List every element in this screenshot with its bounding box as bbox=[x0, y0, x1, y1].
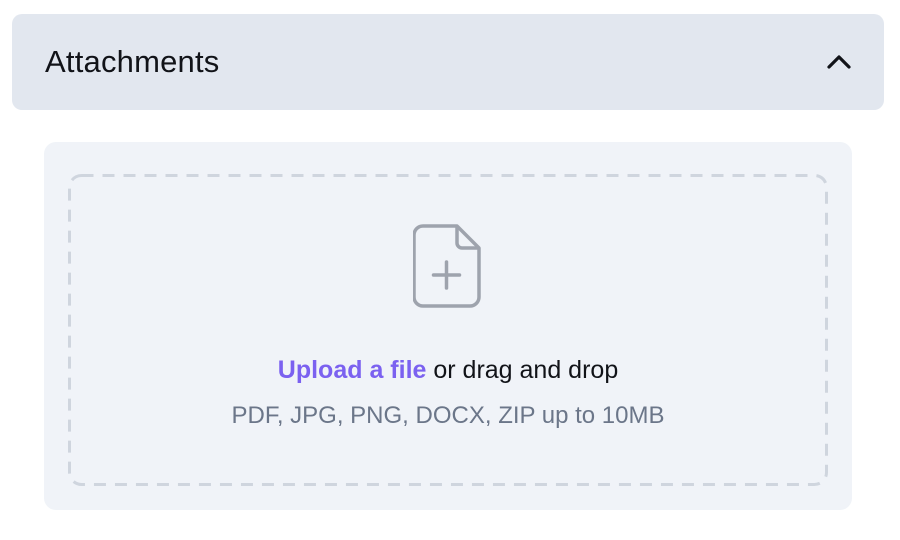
file-plus-icon bbox=[413, 224, 481, 308]
attachments-accordion-header[interactable]: Attachments bbox=[12, 14, 884, 110]
attachments-panel: Upload a file or drag and drop PDF, JPG,… bbox=[44, 142, 852, 510]
file-type-hint: PDF, JPG, PNG, DOCX, ZIP up to 10MB bbox=[231, 402, 665, 429]
accordion-title: Attachments bbox=[45, 44, 220, 79]
upload-instructions: Upload a file or drag and drop bbox=[68, 356, 828, 385]
upload-file-link[interactable]: Upload a file bbox=[278, 356, 427, 384]
file-dropzone[interactable]: Upload a file or drag and drop PDF, JPG,… bbox=[68, 174, 828, 486]
drag-drop-text: or drag and drop bbox=[426, 356, 619, 384]
chevron-up-icon[interactable] bbox=[824, 47, 854, 77]
